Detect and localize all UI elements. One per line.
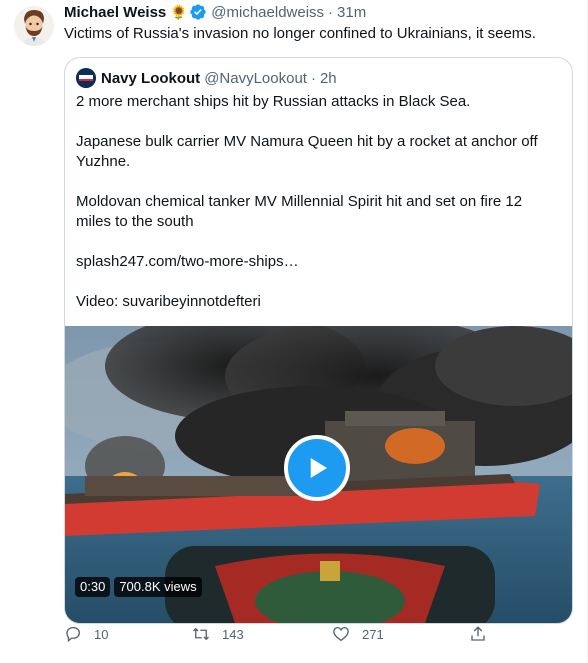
quoted-text-line: Video: suvaribeyinnotdefteri <box>76 293 261 310</box>
quoted-tweet[interactable]: Navy Lookout @NavyLookout · 2h 2 more me… <box>64 57 573 624</box>
tweet-header: Michael Weiss 🌻 @michaeldweiss · 31m <box>64 2 366 22</box>
share-icon <box>471 626 485 641</box>
author-handle[interactable]: @michaeldweiss <box>211 4 324 21</box>
video-duration: 0:30 <box>75 577 111 597</box>
quoted-text-line: Moldovan chemical tanker MV Millennial S… <box>76 193 523 230</box>
navy-lookout-logo-icon[interactable] <box>76 68 96 88</box>
share-button[interactable] <box>469 622 487 646</box>
quoted-text-line: 2 more merchant ships hit by Russian att… <box>76 93 471 110</box>
separator-dot: · <box>328 3 334 21</box>
avatar[interactable] <box>14 6 54 46</box>
video-player[interactable]: 0:30 700.8K views <box>65 326 572 623</box>
like-icon <box>333 626 349 642</box>
reply-icon <box>66 626 81 643</box>
quoted-tweet-text: 2 more merchant ships hit by Russian att… <box>76 92 556 312</box>
like-count: 271 <box>362 626 384 642</box>
retweet-button[interactable]: 143 <box>192 622 244 646</box>
retweet-icon <box>193 627 209 641</box>
quoted-link[interactable]: splash247.com/two-more-ships… <box>76 252 556 272</box>
tweet-timestamp[interactable]: 31m <box>337 4 366 21</box>
quoted-timestamp[interactable]: 2h <box>320 70 337 87</box>
reply-button[interactable]: 10 <box>64 622 108 646</box>
retweet-count: 143 <box>222 626 244 642</box>
reply-count: 10 <box>94 626 109 642</box>
quoted-text-line: Japanese bulk carrier MV Namura Queen hi… <box>76 133 538 170</box>
tweet[interactable]: Michael Weiss 🌻 @michaeldweiss · 31m Vic… <box>0 0 588 663</box>
author-name[interactable]: Michael Weiss <box>64 4 166 21</box>
verified-badge-icon <box>189 3 207 21</box>
play-button[interactable] <box>284 435 350 501</box>
tweet-actions: 10 143 271 <box>64 622 534 646</box>
video-views: 700.8K views <box>114 577 202 597</box>
separator-dot: · <box>310 69 316 87</box>
like-button[interactable]: 271 <box>332 622 384 646</box>
sunflower-emoji-icon: 🌻 <box>170 4 188 20</box>
tweet-text: Victims of Russia's invasion no longer c… <box>64 25 536 42</box>
quoted-tweet-header: Navy Lookout @NavyLookout · 2h <box>76 67 337 89</box>
quoted-author-handle[interactable]: @NavyLookout <box>204 70 307 87</box>
video-info-badges: 0:30 700.8K views <box>75 577 206 597</box>
quoted-author-name[interactable]: Navy Lookout <box>101 70 200 87</box>
play-icon <box>310 458 327 478</box>
